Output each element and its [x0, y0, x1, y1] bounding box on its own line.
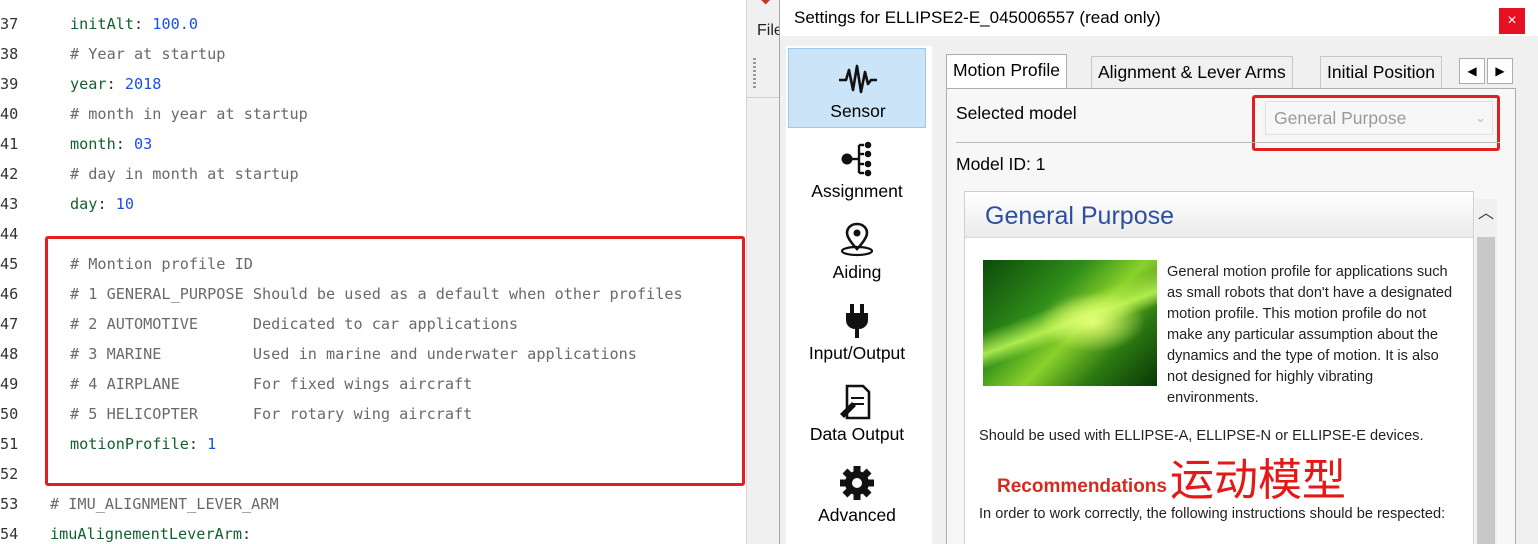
description-scrollbar[interactable]: ︿ — [1475, 199, 1497, 544]
sidebar-item-label: Input/Output — [808, 343, 906, 363]
code-text: year: 2018 — [70, 75, 162, 93]
tab-motion-profile[interactable]: Motion Profile — [946, 54, 1067, 88]
code-comment: # Year at startup — [70, 45, 226, 63]
line-number: 49 — [0, 375, 19, 393]
window-title: Settings for ELLIPSE2-E_045006557 (read … — [794, 8, 1161, 27]
settings-sidebar: Sensor Assignment Aiding Input/Output Da… — [786, 46, 932, 544]
sidebar-item-data-output[interactable]: Data Output — [788, 372, 926, 452]
motion-profile-panel: Selected model General Purpose ⌄ Model I… — [946, 88, 1516, 544]
line-number: 40 — [0, 105, 19, 123]
sidebar-item-label: Aiding — [832, 262, 882, 282]
tab-scroll-left-button[interactable]: ◀ — [1459, 58, 1485, 84]
code-line[interactable]: 53 # IMU_ALIGNMENT_LEVER_ARM — [0, 489, 746, 519]
code-line[interactable]: 43 day: 10 — [0, 189, 746, 219]
tab-initial-position[interactable]: Initial Position — [1320, 56, 1442, 88]
toolbar-grip-icon[interactable] — [753, 58, 756, 88]
annotation-overlay-text: 运动模型 — [1170, 455, 1346, 506]
line-number: 43 — [0, 195, 19, 213]
sidebar-item-aiding[interactable]: Aiding — [788, 210, 926, 290]
sidebar-item-sensor[interactable]: Sensor — [788, 48, 926, 128]
tab-alignment-lever-arms[interactable]: Alignment & Lever Arms — [1091, 56, 1293, 88]
code-value: 10 — [115, 195, 135, 213]
settings-tabs: Motion Profile Alignment & Lever Arms In… — [946, 54, 1516, 88]
line-number: 42 — [0, 165, 19, 183]
satellite-pin-icon — [840, 222, 874, 257]
line-number: 37 — [0, 15, 19, 33]
description-usage: Should be used with ELLIPSE-A, ELLIPSE-N… — [979, 428, 1424, 444]
recommendations-heading: Recommendations — [997, 476, 1167, 497]
code-text: # Year at startup — [70, 39, 225, 69]
scroll-thumb[interactable] — [1477, 237, 1495, 544]
close-icon: × — [1507, 12, 1517, 29]
code-line[interactable]: 40 # month in year at startup — [0, 99, 746, 129]
line-number: 41 — [0, 135, 19, 153]
code-text: month: 03 — [70, 135, 153, 153]
code-text: day: 10 — [70, 195, 135, 213]
code-key: initAlt — [70, 15, 135, 33]
description-body-text: General motion profile for applications … — [1167, 264, 1453, 406]
sidebar-item-advanced[interactable]: Advanced — [788, 453, 926, 533]
tab-scroll-right-button[interactable]: ▶ — [1487, 58, 1513, 84]
sidebar-item-label: Advanced — [818, 505, 896, 525]
waveform-icon — [839, 64, 877, 94]
description-body: General motion profile for applications … — [979, 262, 1463, 409]
code-key: day — [70, 195, 98, 213]
code-line[interactable]: 37 initAlt: 100.0 — [0, 9, 746, 39]
sidebar-item-label: Data Output — [809, 424, 905, 444]
sidebar-item-label: Assignment — [811, 181, 903, 201]
code-line[interactable]: 41 month: 03 — [0, 129, 746, 159]
line-number: 39 — [0, 75, 19, 93]
code-line[interactable]: 38 # Year at startup — [0, 39, 746, 69]
line-number: 48 — [0, 345, 19, 363]
code-line[interactable]: 39 year: 2018 — [0, 69, 746, 99]
code-text: imuAlignementLeverArm: — [50, 525, 261, 543]
description-title: General Purpose — [985, 202, 1175, 230]
line-number: 51 — [0, 435, 19, 453]
line-number: 44 — [0, 225, 19, 243]
code-key: imuAlignementLeverArm — [50, 525, 243, 543]
title-bar[interactable]: Settings for ELLIPSE2-E_045006557 (read … — [780, 0, 1538, 36]
code-value: 03 — [134, 135, 153, 153]
sidebar-item-assignment[interactable]: Assignment — [788, 129, 926, 209]
line-number: 50 — [0, 405, 19, 423]
divider — [956, 142, 1500, 143]
code-comment: # IMU_ALIGNMENT_LEVER_ARM — [50, 495, 279, 513]
code-comment: # day in month at startup — [70, 165, 299, 183]
code-comment: # month in year at startup — [70, 105, 308, 123]
sidebar-item-label: Sensor — [830, 101, 886, 121]
code-text: initAlt: 100.0 — [70, 15, 199, 33]
code-text: # month in year at startup — [70, 99, 308, 129]
code-line[interactable]: 54 imuAlignementLeverArm: — [0, 519, 746, 544]
selected-model-label: Selected model — [956, 103, 1077, 123]
document-edit-icon — [840, 384, 871, 420]
close-button[interactable]: × — [1499, 8, 1525, 34]
sidebar-item-input-output[interactable]: Input/Output — [788, 291, 926, 371]
description-header: General Purpose — [965, 192, 1473, 238]
code-key: year — [70, 75, 107, 93]
line-number: 45 — [0, 255, 19, 273]
gear-icon — [840, 466, 874, 500]
code-value: 2018 — [124, 75, 162, 93]
app-logo-icon: ◆ — [761, 0, 775, 6]
line-number: 53 — [0, 495, 19, 513]
line-number: 46 — [0, 285, 19, 303]
line-number: 54 — [0, 525, 19, 543]
code-text: # day in month at startup — [70, 159, 299, 189]
model-id: Model ID: 1 — [956, 154, 1046, 174]
scroll-up-button[interactable]: ︿ — [1475, 199, 1497, 229]
tree-icon — [841, 141, 872, 177]
plug-icon — [846, 304, 868, 338]
code-value: 100.0 — [152, 15, 199, 33]
line-number: 52 — [0, 465, 19, 483]
motion-profile-highlight-box — [45, 236, 745, 486]
line-number: 38 — [0, 45, 19, 63]
code-key: month — [70, 135, 116, 153]
code-line[interactable]: 42 # day in month at startup — [0, 159, 746, 189]
line-number: 47 — [0, 315, 19, 333]
code-text: # IMU_ALIGNMENT_LEVER_ARM — [50, 489, 279, 519]
model-description-box: General Purpose General motion profile f… — [964, 191, 1474, 544]
settings-window: Settings for ELLIPSE2-E_045006557 (read … — [779, 0, 1538, 544]
